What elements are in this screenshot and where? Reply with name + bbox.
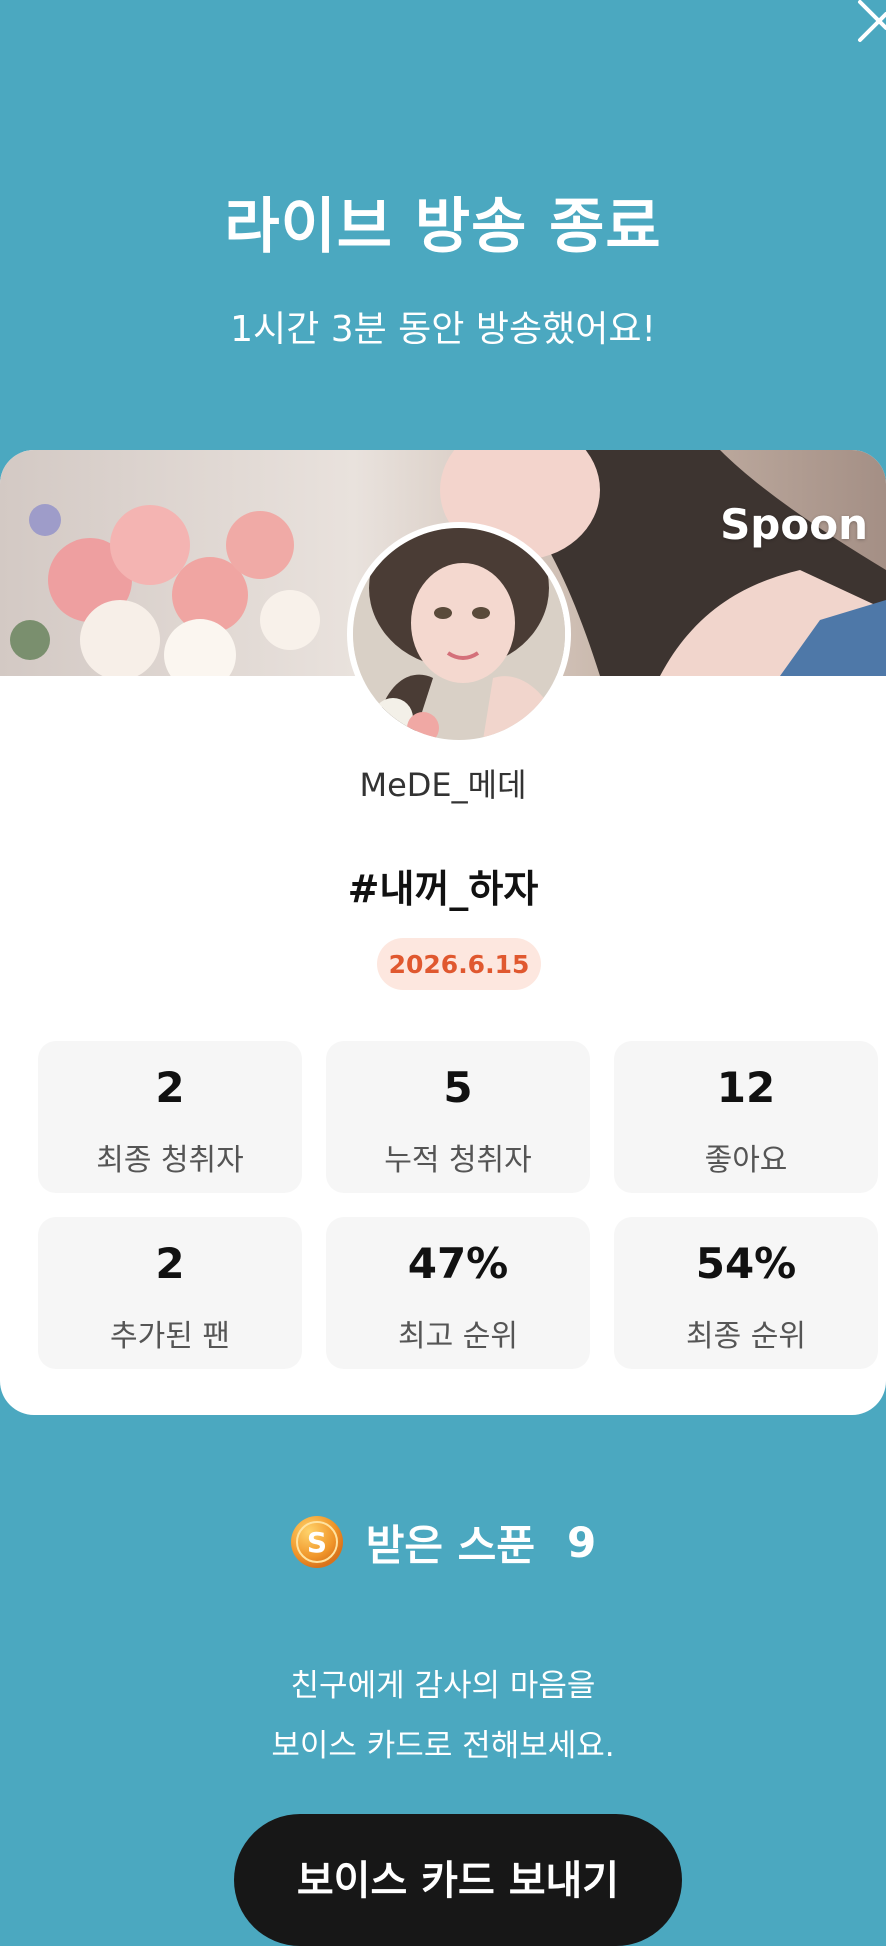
date-badge: 2026.6.15 — [377, 938, 541, 990]
stat-label: 최종 순위 — [686, 1319, 806, 1354]
stat-total-listeners: 5 누적 청취자 — [326, 1041, 590, 1193]
stat-new-fans: 2 추가된 팬 — [38, 1217, 302, 1369]
stat-value: 2 — [155, 1063, 185, 1112]
close-icon[interactable] — [850, 0, 886, 44]
stat-best-rank: 47% 최고 순위 — [326, 1217, 590, 1369]
stat-value: 12 — [716, 1063, 776, 1112]
stat-label: 누적 청취자 — [384, 1143, 532, 1178]
received-spoons: S 받은 스푼 9 — [0, 1510, 886, 1574]
spoon-logo: Spoon — [720, 500, 868, 549]
stat-value: 2 — [155, 1239, 185, 1288]
stat-value: 54% — [695, 1239, 797, 1288]
svg-text:S: S — [307, 1526, 327, 1559]
send-voice-card-button[interactable]: 보이스 카드 보내기 — [234, 1814, 682, 1946]
stat-label: 최종 청취자 — [96, 1143, 244, 1178]
thanks-message-line1: 친구에게 감사의 마음을 — [290, 1668, 596, 1704]
broadcast-title: #내꺼_하자 — [347, 867, 539, 911]
stat-value: 47% — [407, 1239, 509, 1288]
broadcast-duration: 1시간 3분 동안 방송했어요! — [230, 309, 656, 350]
stat-likes: 12 좋아요 — [614, 1041, 878, 1193]
stat-label: 추가된 팬 — [110, 1319, 230, 1354]
username: MeDE_메데 — [359, 766, 527, 804]
stat-final-rank: 54% 최종 순위 — [614, 1217, 878, 1369]
thanks-message-line2: 보이스 카드로 전해보세요. — [271, 1728, 615, 1764]
avatar[interactable] — [347, 522, 571, 746]
stat-final-listeners: 2 최종 청취자 — [38, 1041, 302, 1193]
spoons-label: 받은 스푼 — [365, 1520, 535, 1570]
stat-label: 최고 순위 — [398, 1319, 518, 1354]
page-title: 라이브 방송 종료 — [224, 192, 662, 262]
stat-label: 좋아요 — [704, 1143, 788, 1178]
broadcast-summary-card: Spoon MeDE_메데 #내꺼_하자 2026.6.15 2 최종 청취자 … — [0, 450, 886, 1415]
spoons-count: 9 — [566, 1517, 597, 1567]
stat-value: 5 — [443, 1063, 473, 1112]
spoon-coin-icon: S — [290, 1515, 344, 1569]
